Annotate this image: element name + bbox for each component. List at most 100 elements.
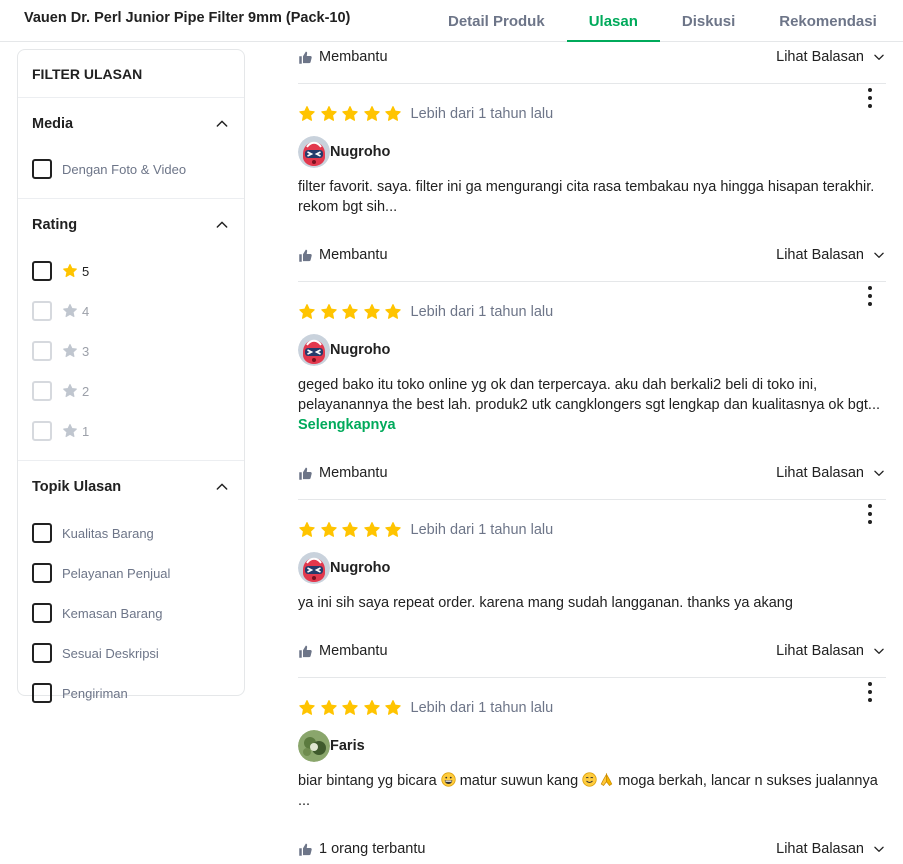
star-rating	[298, 521, 406, 539]
more-options-icon[interactable]	[862, 682, 878, 702]
review-text: geged bako itu toko online yg ok dan ter…	[298, 375, 886, 435]
star-icon	[341, 521, 359, 539]
smiling-face-icon	[582, 772, 597, 787]
star-icon	[62, 423, 78, 439]
checkbox[interactable]	[32, 261, 52, 281]
star-icon	[62, 383, 78, 399]
view-replies-label: Lihat Balasan	[776, 465, 864, 481]
filter-option-label: Kualitas Barang	[62, 525, 154, 541]
checkbox	[32, 301, 52, 321]
chevron-down-icon	[872, 644, 886, 658]
star-icon	[298, 699, 316, 717]
star-icon	[384, 105, 402, 123]
tab-detail-produk[interactable]: Detail Produk	[426, 0, 567, 42]
review-text: filter favorit. saya. filter ini ga meng…	[298, 179, 875, 215]
review-text-body: geged bako itu toko online yg ok dan ter…	[298, 377, 881, 413]
filter-title: FILTER ULASAN	[18, 50, 244, 98]
tab-diskusi[interactable]: Diskusi	[660, 0, 757, 42]
star-icon	[62, 303, 78, 319]
avatar	[298, 334, 330, 366]
avatar	[298, 136, 330, 168]
filter-option-topic[interactable]: Kualitas Barang	[32, 513, 230, 553]
filter-rating-heading: Rating	[32, 217, 78, 233]
filter-option-media[interactable]: Dengan Foto & Video	[32, 150, 230, 188]
checkbox[interactable]	[32, 643, 52, 663]
filter-option-label: Dengan Foto & Video	[62, 161, 187, 177]
star-icon	[363, 105, 381, 123]
view-replies-label: Lihat Balasan	[776, 841, 864, 857]
thumbs-up-icon	[298, 50, 313, 65]
helpful-label: Membantu	[319, 49, 388, 65]
reviewer-name: Nugroho	[330, 560, 391, 576]
star-icon	[363, 303, 381, 321]
review-rating: Lebih dari 1 tahun lalu	[298, 696, 886, 720]
checkbox	[32, 381, 52, 401]
checkbox[interactable]	[32, 603, 52, 623]
filter-rating-toggle[interactable]: Rating	[32, 199, 230, 251]
helpful-button[interactable]: Membantu	[298, 465, 388, 481]
rating-value: 5	[82, 263, 90, 279]
helpful-button[interactable]: 1 orang terbantu	[298, 841, 425, 857]
star-icon	[341, 699, 359, 717]
view-replies-button[interactable]: Lihat Balasan	[776, 465, 886, 481]
checkbox[interactable]	[32, 523, 52, 543]
star-icon	[298, 303, 316, 321]
star-icon	[320, 303, 338, 321]
more-options-icon[interactable]	[862, 286, 878, 306]
more-options-icon[interactable]	[862, 88, 878, 108]
checkbox	[32, 421, 52, 441]
view-replies-label: Lihat Balasan	[776, 643, 864, 659]
filter-media-toggle[interactable]: Media	[32, 98, 230, 150]
view-replies-button[interactable]: Lihat Balasan	[776, 643, 886, 659]
star-icon	[62, 263, 78, 279]
filter-media-section: Media Dengan Foto & Video	[18, 98, 244, 199]
reviewer: Faris	[298, 730, 886, 762]
star-rating	[298, 303, 406, 321]
star-icon	[384, 303, 402, 321]
review-actions: Membantu Lihat Balasan	[298, 458, 886, 488]
filter-option-label: Sesuai Deskripsi	[62, 645, 159, 661]
star-icon	[384, 521, 402, 539]
tab-rekomendasi[interactable]: Rekomendasi	[757, 0, 899, 42]
star-icon	[320, 105, 338, 123]
checkbox[interactable]	[32, 159, 52, 179]
avatar	[298, 552, 330, 584]
helpful-label: Membantu	[319, 643, 388, 659]
filter-option-topic[interactable]: Kemasan Barang	[32, 593, 230, 633]
checkbox[interactable]	[32, 683, 52, 703]
reviewer-name: Nugroho	[330, 342, 391, 358]
helpful-button[interactable]: Membantu	[298, 643, 388, 659]
product-title: Vauen Dr. Perl Junior Pipe Filter 9mm (P…	[24, 10, 351, 26]
checkbox[interactable]	[32, 563, 52, 583]
filter-topic-toggle[interactable]: Topik Ulasan	[32, 461, 230, 513]
star-icon	[320, 521, 338, 539]
helpful-button[interactable]: Membantu	[298, 247, 388, 263]
rating-value: 2	[82, 383, 90, 399]
more-options-icon[interactable]	[862, 504, 878, 524]
review-text: ya ini sih saya repeat order. karena man…	[298, 595, 793, 611]
view-replies-button[interactable]: Lihat Balasan	[776, 841, 886, 857]
tab-ulasan[interactable]: Ulasan	[566, 0, 661, 42]
filter-option-topic[interactable]: Pengiriman	[32, 673, 230, 713]
review-time: Lebih dari 1 tahun lalu	[410, 700, 554, 716]
helpful-label: Membantu	[319, 465, 388, 481]
filter-option-label: Pengiriman	[62, 685, 128, 701]
tab-bar: Detail Produk Ulasan Diskusi Rekomendasi	[426, 0, 899, 42]
filter-option-topic[interactable]: Pelayanan Penjual	[32, 553, 230, 593]
view-replies-button[interactable]: Lihat Balasan	[776, 247, 886, 263]
checkbox	[32, 341, 52, 361]
thumbs-up-icon	[298, 644, 313, 659]
star-icon	[363, 699, 381, 717]
chevron-down-icon	[872, 50, 886, 64]
filter-option-rating-5[interactable]: 5	[32, 251, 230, 291]
helpful-button[interactable]: Membantu	[298, 49, 388, 65]
star-icon	[298, 521, 316, 539]
read-more-link[interactable]: Selengkapnya	[298, 417, 396, 433]
grinning-face-icon	[441, 772, 456, 787]
review-filter-panel: FILTER ULASAN Media Dengan Foto & Video …	[17, 49, 245, 703]
view-replies-button[interactable]: Lihat Balasan	[776, 49, 886, 65]
review-card: Lebih dari 1 tahun lalu Nugroho filter f…	[298, 84, 886, 282]
filter-rating-section: Rating 5 4 3 2 1	[18, 199, 244, 461]
filter-media-heading: Media	[32, 116, 74, 132]
filter-option-topic[interactable]: Sesuai Deskripsi	[32, 633, 230, 673]
